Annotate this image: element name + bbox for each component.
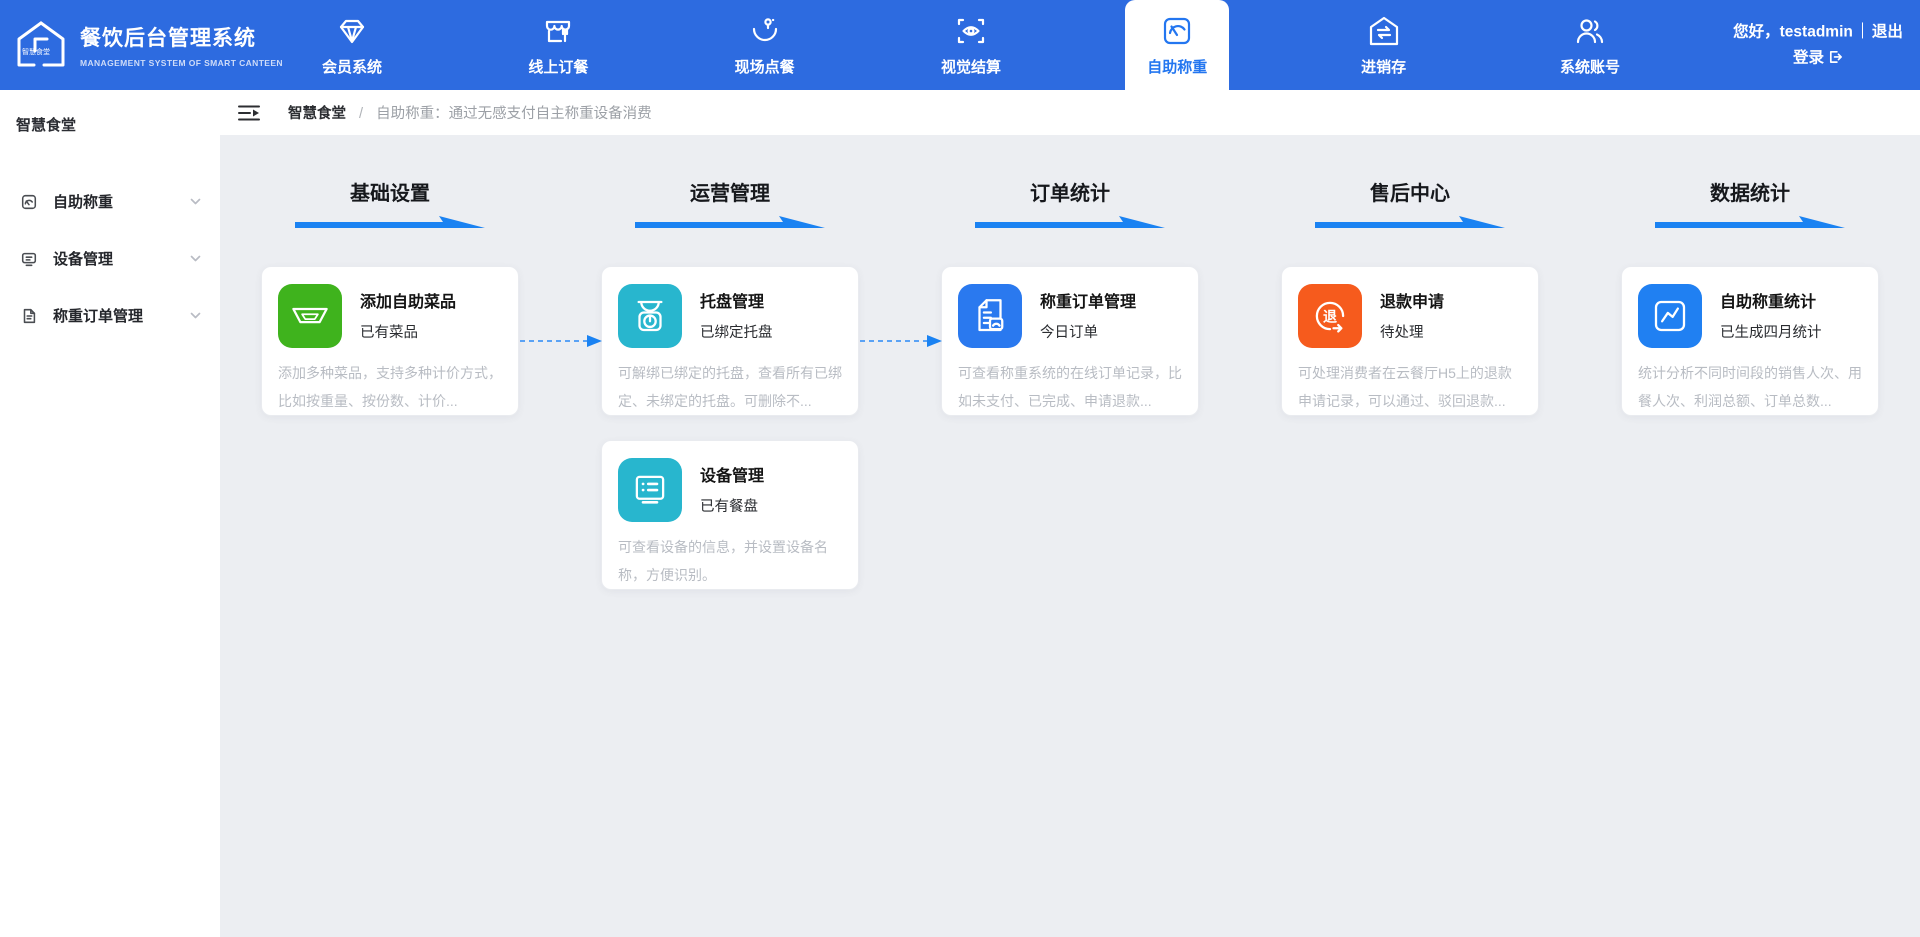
dine-in-icon bbox=[752, 18, 777, 42]
breadcrumb-root[interactable]: 智慧食堂 bbox=[288, 106, 346, 122]
column-order-statistics: 订单统计 称重订单管理 今日订单 可查看称重系统的在线订单记录，比如未支付、已完… bbox=[860, 177, 1240, 590]
nav-item-vision-checkout[interactable]: 视觉结算 bbox=[919, 0, 1023, 90]
username: testadmin bbox=[1779, 23, 1853, 41]
section-arrow bbox=[635, 216, 825, 228]
main-nav: 会员系统 线上订餐 现场点餐 视觉结算 自助称重 进销存 系统账号 bbox=[300, 0, 1642, 90]
breadcrumb-bar: 智慧食堂 / 自助称重：通过无感支付自主称重设备消费 bbox=[220, 90, 1920, 135]
nav-item-label: 系统账号 bbox=[1559, 59, 1620, 76]
scale-mini-icon bbox=[21, 194, 37, 209]
card-title: 自助称重统计 bbox=[1720, 294, 1817, 311]
card-status: 已有餐盘 bbox=[700, 499, 758, 515]
card-status: 今日订单 bbox=[1040, 325, 1098, 341]
refund-icon: 退 bbox=[1298, 284, 1362, 348]
nav-item-online-order[interactable]: 线上订餐 bbox=[506, 0, 610, 90]
inventory-icon bbox=[1369, 16, 1398, 46]
device-monitor-icon bbox=[618, 458, 682, 522]
column-basic-settings: 基础设置 添加自助菜品 已有菜品 添加多种菜品，支持多种计价方式，比如按重量、按… bbox=[220, 177, 560, 590]
nav-item-member-system[interactable]: 会员系统 bbox=[300, 0, 404, 90]
divider bbox=[1861, 22, 1863, 39]
nav-item-label: 进销存 bbox=[1361, 59, 1407, 76]
order-document-icon bbox=[958, 284, 1022, 348]
chevron-down-icon bbox=[190, 312, 201, 319]
collapse-sidebar-icon[interactable] bbox=[238, 104, 260, 122]
greeting-text: 您好， bbox=[1733, 23, 1780, 41]
nav-item-onsite-order[interactable]: 现场点餐 bbox=[713, 0, 817, 90]
card-title: 称重订单管理 bbox=[1040, 294, 1137, 311]
accounts-icon bbox=[1576, 19, 1604, 44]
card-weighing-statistics[interactable]: 自助称重统计 已生成四月统计 统计分析不同时间段的销售人次、用餐人次、利润总额、… bbox=[1621, 266, 1879, 416]
flow-diagram: 基础设置 添加自助菜品 已有菜品 添加多种菜品，支持多种计价方式，比如按重量、按… bbox=[220, 135, 1920, 590]
tray-scale-icon bbox=[618, 284, 682, 348]
card-title: 托盘管理 bbox=[700, 294, 765, 311]
nav-item-label: 视觉结算 bbox=[940, 59, 1001, 76]
card-refund-request[interactable]: 退 退款申请 待处理 可处理消费者在云餐厅H5上的退款申请记录，可以通过、驳回退… bbox=[1281, 266, 1539, 416]
svg-text:智慧食堂: 智慧食堂 bbox=[22, 47, 50, 56]
section-arrow bbox=[975, 216, 1165, 228]
card-tray-management[interactable]: 托盘管理 已绑定托盘 可解绑已绑定的托盘，查看所有已绑定、未绑定的托盘。可删除不… bbox=[520, 266, 859, 416]
column-title: 数据统计 bbox=[1710, 183, 1790, 205]
section-arrow bbox=[295, 216, 485, 228]
line-chart-icon bbox=[1638, 284, 1702, 348]
breadcrumb-current: 自助称重：通过无感支付自主称重设备消费 bbox=[376, 106, 652, 122]
nav-item-inventory[interactable]: 进销存 bbox=[1332, 0, 1436, 90]
card-status: 待处理 bbox=[1380, 325, 1424, 341]
chevron-down-icon bbox=[190, 255, 201, 262]
dish-icon bbox=[278, 284, 342, 348]
card-status: 已有菜品 bbox=[360, 325, 418, 341]
card-description: 可处理消费者在云餐厅H5上的退款申请记录，可以通过、驳回退款... bbox=[1298, 365, 1512, 409]
card-device-management[interactable]: 设备管理 已有餐盘 可查看设备的信息，并设置设备名称，方便识别。 bbox=[601, 440, 859, 590]
storefront-icon bbox=[546, 20, 571, 43]
app-logo-icon: 智慧食堂 bbox=[17, 21, 65, 67]
nav-item-label: 自助称重 bbox=[1147, 59, 1208, 76]
card-description: 可查看设备的信息，并设置设备名称，方便识别。 bbox=[618, 539, 828, 583]
card-title: 添加自助菜品 bbox=[360, 294, 457, 311]
card-description: 可查看称重系统的在线订单记录，比如未支付、已完成、申请退款... bbox=[958, 365, 1182, 409]
sidebar: 智慧食堂 自助称重 设备管理 称重订单管理 bbox=[0, 90, 220, 937]
column-title: 运营管理 bbox=[690, 183, 770, 205]
nav-item-self-weighing[interactable]: 自助称重 bbox=[1125, 0, 1230, 90]
card-weigh-order-management[interactable]: 称重订单管理 今日订单 可查看称重系统的在线订单记录，比如未支付、已完成、申请退… bbox=[860, 266, 1199, 416]
sidebar-title: 智慧食堂 bbox=[16, 117, 77, 134]
breadcrumb: 智慧食堂 / 自助称重：通过无感支付自主称重设备消费 bbox=[288, 102, 652, 123]
card-status: 已生成四月统计 bbox=[1720, 325, 1822, 341]
column-operations: 运营管理 托盘管理 已绑定托盘 可解绑已绑定的托盘，查看所有已绑定、未绑定的托盘… bbox=[520, 177, 900, 590]
nav-item-label: 线上订餐 bbox=[528, 59, 589, 76]
column-title: 售后中心 bbox=[1370, 183, 1450, 205]
card-description: 可解绑已绑定的托盘，查看所有已绑定、未绑定的托盘。可删除不... bbox=[618, 365, 842, 409]
monitor-mini-icon bbox=[21, 252, 37, 266]
card-title: 退款申请 bbox=[1380, 294, 1445, 311]
card-status: 已绑定托盘 bbox=[700, 325, 773, 341]
svg-text:退: 退 bbox=[1323, 308, 1337, 324]
section-arrow bbox=[1315, 216, 1505, 228]
card-title: 设备管理 bbox=[700, 468, 765, 485]
breadcrumb-separator: / bbox=[359, 106, 364, 122]
app-title: 餐饮后台管理系统 bbox=[80, 27, 256, 50]
vision-scan-icon bbox=[957, 18, 985, 44]
card-add-dishes[interactable]: 添加自助菜品 已有菜品 添加多种菜品，支持多种计价方式，比如按重量、按份数、计价… bbox=[261, 266, 519, 416]
column-data-statistics: 数据统计 自助称重统计 已生成四月统计 统计分析不同时间段的销售人次、用餐人次、… bbox=[1580, 177, 1920, 590]
weigh-scale-icon bbox=[1164, 17, 1191, 45]
section-arrow bbox=[1655, 216, 1845, 228]
nav-item-label: 会员系统 bbox=[321, 59, 382, 76]
main-content: 基础设置 添加自助菜品 已有菜品 添加多种菜品，支持多种计价方式，比如按重量、按… bbox=[220, 135, 1920, 937]
column-title: 订单统计 bbox=[1030, 183, 1110, 205]
card-description: 添加多种菜品，支持多种计价方式，比如按重量、按份数、计价... bbox=[278, 365, 502, 409]
user-area: 您好，testadmin 退出登录 bbox=[1726, 19, 1910, 70]
nav-item-label: 现场点餐 bbox=[734, 59, 795, 76]
column-after-sales: 售后中心 退 退款申请 待处理 可处理消费者在云餐厅H5上的退款申请记录，可以通… bbox=[1240, 177, 1580, 590]
column-title: 基础设置 bbox=[350, 183, 430, 205]
brand: 智慧食堂 餐饮后台管理系统 MANAGEMENT SYSTEM OF SMART… bbox=[14, 0, 283, 90]
sidebar-menu: 自助称重 设备管理 称重订单管理 bbox=[0, 173, 220, 344]
nav-item-system-accounts[interactable]: 系统账号 bbox=[1538, 0, 1642, 90]
app-subtitle: MANAGEMENT SYSTEM OF SMART CANTEEN bbox=[80, 58, 283, 68]
sidebar-item-device-management[interactable]: 设备管理 bbox=[0, 230, 220, 287]
top-navbar: 智慧食堂 餐饮后台管理系统 MANAGEMENT SYSTEM OF SMART… bbox=[0, 0, 1920, 90]
gem-icon bbox=[339, 19, 365, 44]
document-mini-icon bbox=[23, 308, 36, 323]
logout-icon bbox=[1829, 50, 1842, 63]
sidebar-item-self-weighing[interactable]: 自助称重 bbox=[0, 173, 220, 230]
chevron-down-icon bbox=[190, 198, 201, 205]
card-description: 统计分析不同时间段的销售人次、用餐人次、利润总额、订单总数... bbox=[1638, 365, 1862, 409]
sidebar-item-weigh-order-management[interactable]: 称重订单管理 bbox=[0, 287, 220, 344]
